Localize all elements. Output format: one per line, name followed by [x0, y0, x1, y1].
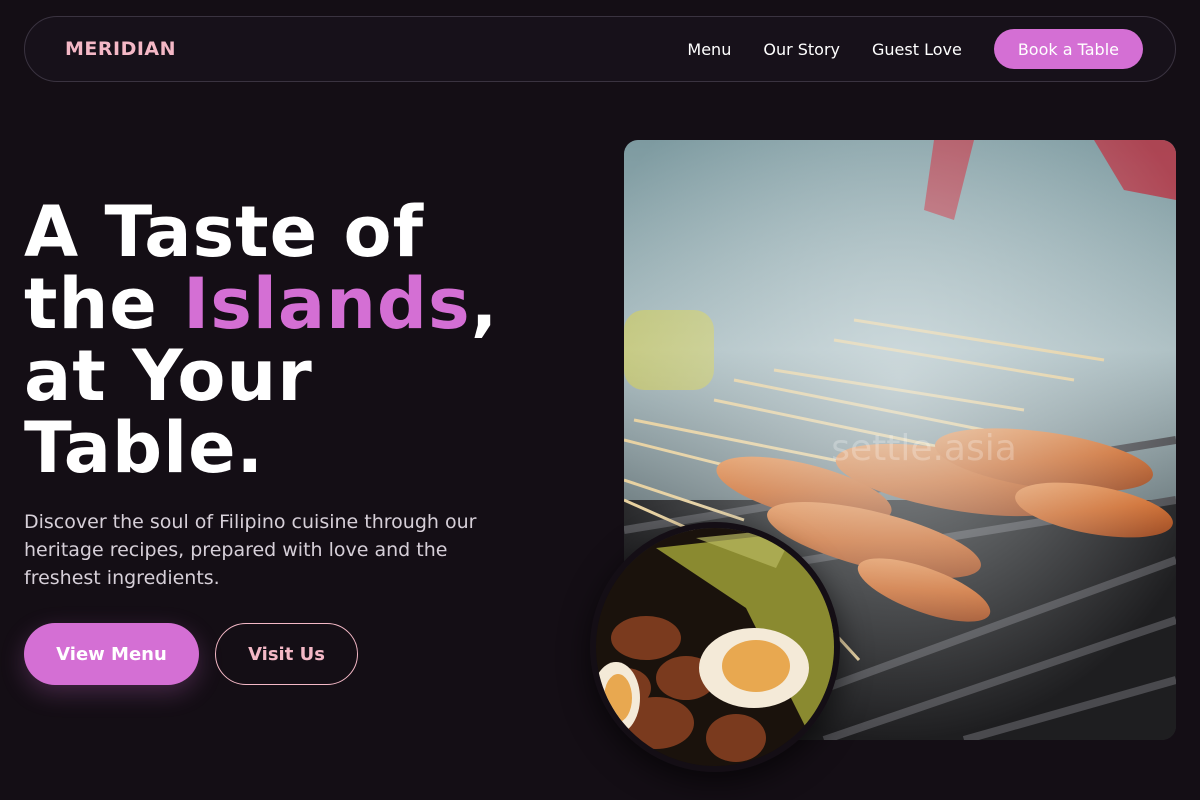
book-table-button[interactable]: Book a Table	[993, 29, 1143, 69]
adobo-bowl-photo	[590, 522, 840, 772]
nav-link-guest-love[interactable]: Guest Love	[872, 40, 962, 59]
visit-us-button[interactable]: Visit Us	[215, 623, 358, 685]
view-menu-button[interactable]: View Menu	[24, 623, 199, 685]
brand-logo[interactable]: MERIDIAN	[65, 38, 176, 60]
hero-title-the: the	[24, 263, 184, 345]
hero-title-accent: Islands	[183, 263, 471, 345]
hero-title: A Taste of the Islands, at Your Table.	[24, 196, 564, 484]
adobo-bowl-illustration	[596, 528, 834, 766]
nav-link-our-story[interactable]: Our Story	[763, 40, 840, 59]
nav-link-menu[interactable]: Menu	[687, 40, 731, 59]
top-navbar: MERIDIAN Menu Our Story Guest Love Book …	[24, 16, 1176, 82]
hero-title-comma: ,	[470, 263, 499, 345]
watermark-text: settle.asia	[831, 428, 1017, 469]
nav-links: Menu Our Story Guest Love Book a Table	[687, 29, 1143, 69]
hero-title-line3: at Your	[24, 335, 313, 417]
hero-title-line4: Table.	[24, 407, 265, 489]
hero-title-line1: A Taste of	[24, 191, 425, 273]
hero-subtitle: Discover the soul of Filipino cuisine th…	[24, 511, 477, 589]
